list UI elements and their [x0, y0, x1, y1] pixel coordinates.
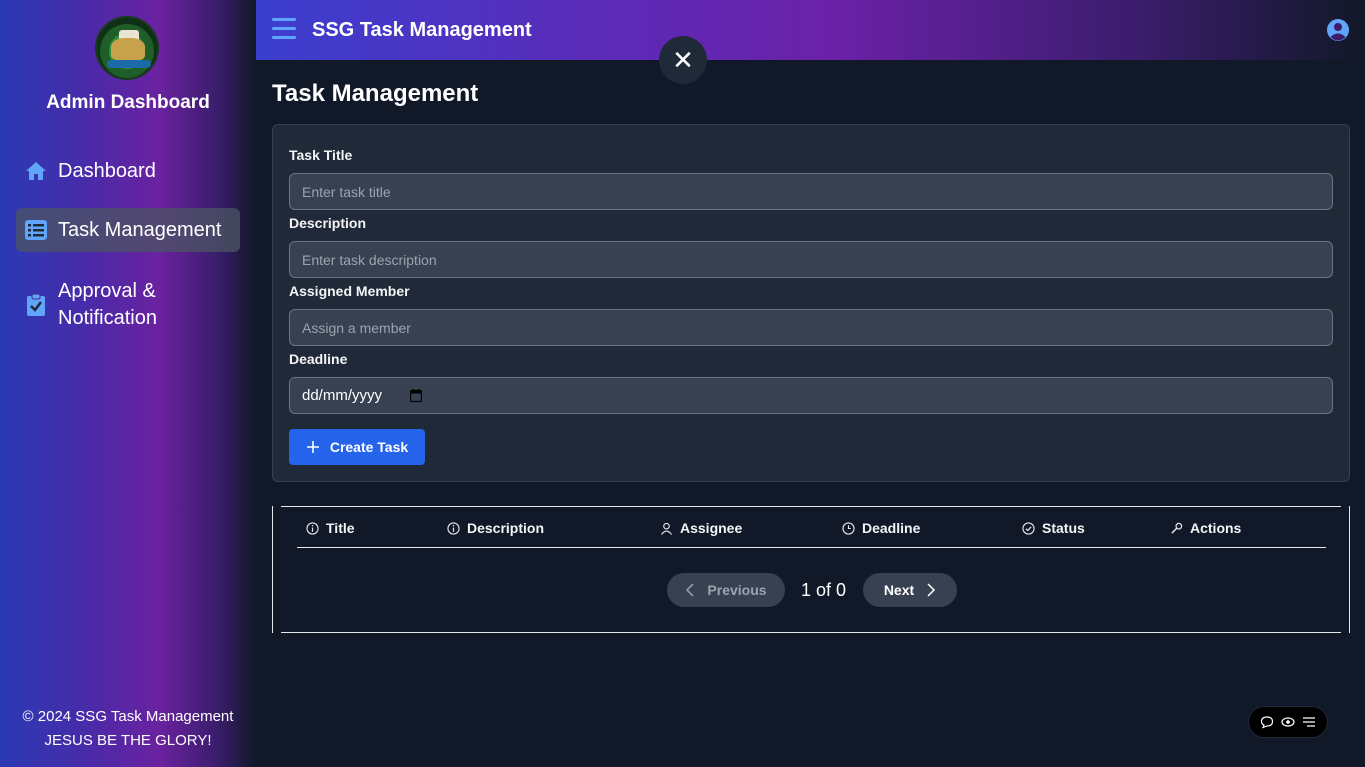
chevron-right-icon	[927, 583, 936, 597]
home-icon	[26, 162, 46, 180]
column-header-description[interactable]: Description	[447, 520, 544, 536]
task-table: Title Description Assignee Deadline Stat…	[272, 506, 1350, 633]
column-header-deadline[interactable]: Deadline	[842, 520, 920, 536]
assigned-member-label: Assigned Member	[289, 283, 410, 299]
floating-toolbar[interactable]	[1248, 706, 1328, 738]
description-input[interactable]	[289, 241, 1333, 278]
clock-icon	[842, 521, 855, 535]
user-profile-icon[interactable]	[1326, 18, 1350, 42]
info-icon	[306, 521, 319, 535]
sidebar-item-approval-notification[interactable]: Approval & Notification	[16, 276, 240, 334]
list-icon	[25, 220, 47, 240]
previous-page-button[interactable]: Previous	[667, 573, 785, 607]
info-icon	[447, 521, 460, 535]
plus-icon	[306, 441, 319, 453]
column-header-status[interactable]: Status	[1022, 520, 1085, 536]
sidebar-item-task-management[interactable]: Task Management	[16, 208, 240, 252]
hamburger-menu-icon[interactable]	[272, 18, 296, 40]
column-header-actions[interactable]: Actions	[1170, 520, 1241, 536]
deadline-label: Deadline	[289, 351, 348, 367]
ssg-logo	[95, 16, 159, 80]
task-title-label: Task Title	[289, 147, 353, 163]
column-header-title[interactable]: Title	[306, 520, 355, 536]
chevron-left-icon	[686, 583, 694, 597]
page-indicator: 1 of 0	[801, 580, 847, 600]
column-header-assignee[interactable]: Assignee	[660, 520, 742, 536]
eye-icon[interactable]	[1281, 715, 1295, 729]
assigned-member-input[interactable]	[289, 309, 1333, 346]
deadline-date-input[interactable]: dd/mm/yyyy	[289, 377, 1333, 414]
check-circle-icon	[1022, 521, 1035, 535]
app-title: SSG Task Management	[312, 19, 532, 41]
deadline-value: dd/mm/yyyy	[302, 387, 383, 404]
task-form: Task Title Description Assigned Member D…	[272, 124, 1350, 482]
sidebar: Admin Dashboard Dashboard Task Managemen…	[0, 0, 256, 767]
footer-copyright: © 2024 SSG Task Management	[22, 708, 234, 725]
clipboard-check-icon	[27, 293, 45, 316]
next-page-button[interactable]: Next	[863, 573, 957, 607]
menu-lines-icon[interactable]	[1302, 715, 1316, 729]
close-icon: ✕	[672, 45, 694, 75]
sidebar-title: Admin Dashboard	[46, 92, 210, 113]
wrench-icon	[1171, 522, 1183, 534]
top-header: SSG Task Management	[256, 0, 1365, 60]
footer-motto: JESUS BE THE GLORY!	[44, 732, 212, 749]
close-sidebar-button[interactable]: ✕	[659, 36, 707, 84]
page-title: Task Management	[272, 80, 479, 107]
sidebar-item-dashboard[interactable]: Dashboard	[16, 154, 240, 188]
create-task-button[interactable]: Create Task	[289, 429, 425, 465]
sidebar-item-label: Approval & Notification	[58, 280, 157, 329]
task-title-input[interactable]	[289, 173, 1333, 210]
calendar-icon[interactable]	[410, 389, 422, 402]
create-task-label: Create Task	[329, 439, 409, 455]
chat-bubble-icon[interactable]	[1260, 715, 1274, 729]
description-label: Description	[289, 215, 367, 231]
sidebar-item-label: Task Management	[58, 218, 222, 241]
sidebar-item-label: Dashboard	[58, 159, 156, 182]
user-icon	[660, 522, 673, 535]
